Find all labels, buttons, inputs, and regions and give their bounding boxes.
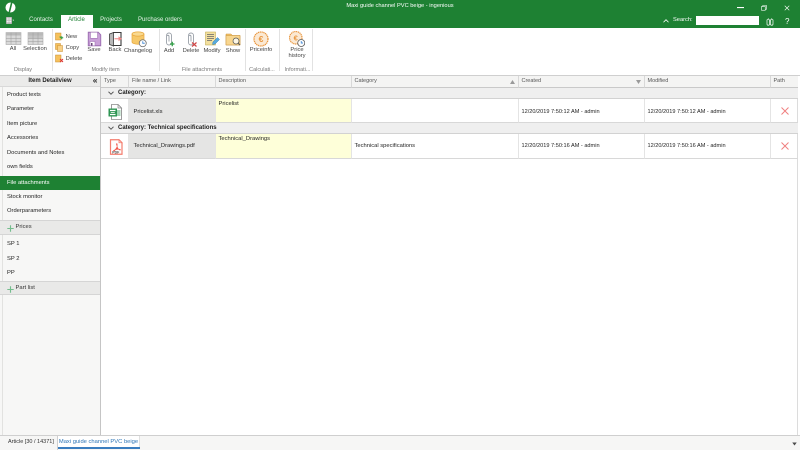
svg-text:PDF: PDF <box>112 150 120 154</box>
svg-text:€: € <box>259 34 264 44</box>
